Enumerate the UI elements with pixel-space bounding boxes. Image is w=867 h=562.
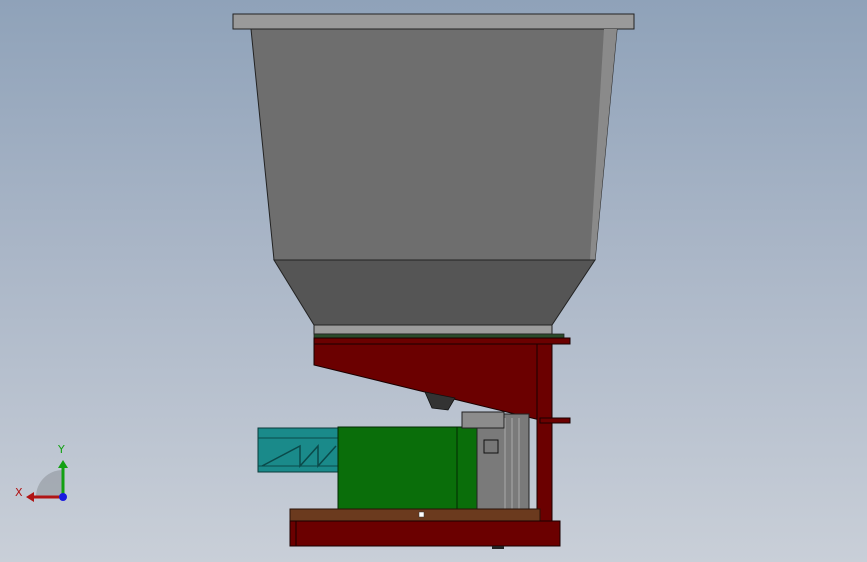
coordinate-triad bbox=[26, 460, 68, 502]
hopper-body bbox=[250, 28, 618, 261]
frame-column bbox=[536, 343, 553, 525]
triad-y-arrowhead bbox=[58, 460, 68, 468]
frame-foot-pad bbox=[492, 546, 504, 549]
hopper-rim bbox=[232, 13, 635, 30]
motor-body bbox=[337, 426, 461, 513]
triad-x-arrowhead bbox=[26, 492, 34, 502]
triad-y-label: Y bbox=[58, 443, 65, 456]
triad-x-label: X bbox=[15, 486, 23, 499]
frame-bracket bbox=[539, 417, 571, 424]
gearbox-top bbox=[461, 411, 505, 429]
triad-plane-arc bbox=[36, 470, 63, 497]
gearbox-port bbox=[483, 439, 499, 454]
gearbox-body bbox=[476, 413, 530, 515]
base-plate bbox=[289, 508, 541, 522]
hopper-neck bbox=[313, 324, 553, 335]
frame-chute bbox=[313, 343, 541, 421]
cad-viewport[interactable]: X Y bbox=[0, 0, 867, 562]
frame-top-plate bbox=[313, 337, 571, 345]
motor-end-cap bbox=[456, 426, 478, 513]
frame-base bbox=[295, 520, 561, 547]
feeder-assembly-model[interactable] bbox=[0, 0, 867, 562]
triad-z-origin bbox=[59, 493, 67, 501]
frame-foot bbox=[289, 520, 297, 547]
conveyor-trough bbox=[257, 427, 341, 473]
base-plate-mark bbox=[418, 511, 425, 518]
flange-plate bbox=[313, 333, 565, 339]
hopper-cone bbox=[273, 259, 596, 326]
